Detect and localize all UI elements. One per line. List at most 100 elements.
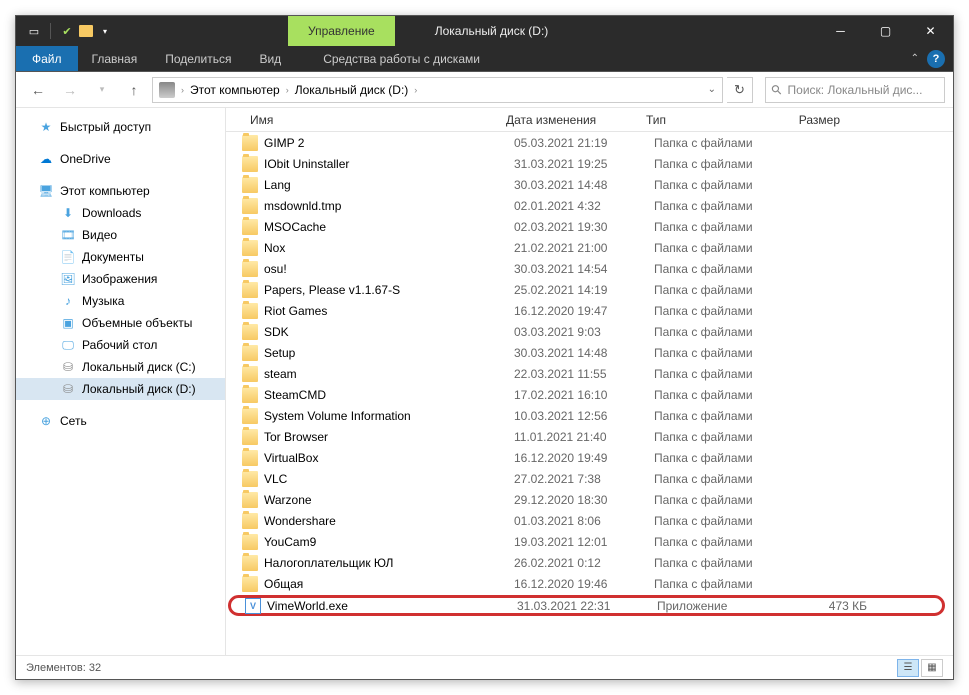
sidebar-item[interactable]: ⬇Downloads (16, 202, 225, 224)
sidebar-item[interactable]: ♪Музыка (16, 290, 225, 312)
file-name: System Volume Information (264, 409, 514, 423)
file-row[interactable]: steam22.03.2021 11:55Папка с файлами (226, 363, 953, 384)
chevron-right-icon[interactable]: › (181, 85, 184, 95)
details-view-button[interactable]: ☰ (897, 659, 919, 677)
recent-dropdown-icon[interactable]: ▾ (88, 76, 116, 104)
properties-icon[interactable]: ▭ (24, 21, 44, 41)
sidebar-item[interactable]: 🖵Рабочий стол (16, 334, 225, 356)
ribbon-tab-view[interactable]: Вид (245, 46, 295, 71)
file-type: Папка с файлами (654, 388, 784, 402)
file-row[interactable]: Lang30.03.2021 14:48Папка с файлами (226, 174, 953, 195)
sidebar-onedrive[interactable]: ☁ OneDrive (16, 148, 225, 170)
ribbon-tab-home[interactable]: Главная (78, 46, 152, 71)
file-date: 16.12.2020 19:49 (514, 451, 654, 465)
ribbon-tab-drive-tools[interactable]: Средства работы с дисками (309, 46, 494, 71)
file-name: VimeWorld.exe (267, 599, 517, 613)
sidebar-item-label: Видео (82, 228, 117, 242)
file-row[interactable]: Riot Games16.12.2020 19:47Папка с файлам… (226, 300, 953, 321)
qat-dropdown-icon[interactable]: ▾ (95, 21, 115, 41)
column-type[interactable]: Тип (638, 113, 768, 127)
thumbnails-view-button[interactable]: ▦ (921, 659, 943, 677)
file-date: 31.03.2021 22:31 (517, 599, 657, 613)
file-row[interactable]: Общая16.12.2020 19:46Папка с файлами (226, 573, 953, 594)
refresh-button[interactable]: ↻ (727, 77, 753, 103)
file-row[interactable]: Warzone29.12.2020 18:30Папка с файлами (226, 489, 953, 510)
close-button[interactable]: ✕ (908, 16, 953, 46)
column-size[interactable]: Размер (768, 113, 848, 127)
up-button[interactable]: ↑ (120, 76, 148, 104)
file-name: SDK (264, 325, 514, 339)
sidebar-quick-access[interactable]: ★ Быстрый доступ (16, 116, 225, 138)
file-row[interactable]: Nox21.02.2021 21:00Папка с файлами (226, 237, 953, 258)
folder-icon (242, 450, 258, 466)
sidebar-item[interactable]: ⛁Локальный диск (D:) (16, 378, 225, 400)
folder-icon[interactable] (79, 25, 93, 37)
sidebar-item[interactable]: 🖼Изображения (16, 268, 225, 290)
breadcrumb-this-pc[interactable]: Этот компьютер (190, 83, 280, 97)
breadcrumb-drive[interactable]: Локальный диск (D:) (295, 83, 409, 97)
exe-icon: V (245, 598, 261, 614)
sidebar-item[interactable]: 🎞Видео (16, 224, 225, 246)
file-row[interactable]: VirtualBox16.12.2020 19:49Папка с файлам… (226, 447, 953, 468)
ribbon-collapse-icon[interactable]: ⌃ (911, 53, 919, 64)
file-row[interactable]: Tor Browser11.01.2021 21:40Папка с файла… (226, 426, 953, 447)
file-date: 16.12.2020 19:46 (514, 577, 654, 591)
folder-icon (242, 534, 258, 550)
file-name: osu! (264, 262, 514, 276)
download-icon: ⬇ (60, 205, 76, 221)
address-dropdown-icon[interactable]: ⌄ (708, 84, 716, 95)
sidebar-item[interactable]: 📄Документы (16, 246, 225, 268)
window-controls: ─ ▢ ✕ (818, 16, 953, 46)
chevron-right-icon[interactable]: › (286, 85, 289, 95)
maximize-button[interactable]: ▢ (863, 16, 908, 46)
file-type: Папка с файлами (654, 178, 784, 192)
file-row[interactable]: Setup30.03.2021 14:48Папка с файлами (226, 342, 953, 363)
file-row[interactable]: MSOCache02.03.2021 19:30Папка с файлами (226, 216, 953, 237)
file-row[interactable]: GIMP 205.03.2021 21:19Папка с файлами (226, 132, 953, 153)
forward-button[interactable]: → (56, 76, 84, 104)
sidebar-item[interactable]: ▣Объемные объекты (16, 312, 225, 334)
file-row[interactable]: Wondershare01.03.2021 8:06Папка с файлам… (226, 510, 953, 531)
file-row[interactable]: VLC27.02.2021 7:38Папка с файлами (226, 468, 953, 489)
ribbon-tab-share[interactable]: Поделиться (151, 46, 245, 71)
check-icon[interactable]: ✔ (57, 21, 77, 41)
titlebar: ▭ ✔ ▾ Управление Локальный диск (D:) ─ ▢… (16, 16, 953, 46)
column-date[interactable]: Дата изменения (498, 113, 638, 127)
file-name: steam (264, 367, 514, 381)
help-button[interactable]: ? (927, 50, 945, 68)
file-type: Приложение (657, 599, 787, 613)
file-row[interactable]: System Volume Information10.03.2021 12:5… (226, 405, 953, 426)
ribbon-file-tab[interactable]: Файл (16, 46, 78, 71)
file-row[interactable]: V VimeWorld.exe31.03.2021 22:31Приложение… (228, 595, 945, 616)
file-row[interactable]: SteamCMD17.02.2021 16:10Папка с файлами (226, 384, 953, 405)
file-name: Setup (264, 346, 514, 360)
drive-icon (159, 82, 175, 98)
file-row[interactable]: osu!30.03.2021 14:54Папка с файлами (226, 258, 953, 279)
sidebar-this-pc[interactable]: 🖥 Этот компьютер (16, 180, 225, 202)
minimize-button[interactable]: ─ (818, 16, 863, 46)
file-row[interactable]: Налогоплательщик ЮЛ26.02.2021 0:12Папка … (226, 552, 953, 573)
address-bar[interactable]: › Этот компьютер › Локальный диск (D:) ›… (152, 77, 723, 103)
file-row[interactable]: msdownld.tmp02.01.2021 4:32Папка с файла… (226, 195, 953, 216)
file-row[interactable]: Papers, Please v1.1.67-S25.02.2021 14:19… (226, 279, 953, 300)
sidebar-item-label: Рабочий стол (82, 338, 157, 352)
file-type: Папка с файлами (654, 199, 784, 213)
sidebar-item-label: Изображения (82, 272, 157, 286)
chevron-right-icon[interactable]: › (414, 85, 417, 95)
file-date: 03.03.2021 9:03 (514, 325, 654, 339)
folder-icon (242, 198, 258, 214)
music-icon: ♪ (60, 293, 76, 309)
search-input[interactable]: ⚲ Поиск: Локальный дис... (765, 77, 945, 103)
main-area: ★ Быстрый доступ ☁ OneDrive 🖥 Этот компь… (16, 108, 953, 655)
disk-icon: ⛁ (60, 381, 76, 397)
folder-icon (242, 513, 258, 529)
back-button[interactable]: ← (24, 76, 52, 104)
file-row[interactable]: IObit Uninstaller31.03.2021 19:25Папка с… (226, 153, 953, 174)
column-name[interactable]: Имя (242, 113, 498, 127)
file-date: 10.03.2021 12:56 (514, 409, 654, 423)
file-row[interactable]: YouCam919.03.2021 12:01Папка с файлами (226, 531, 953, 552)
sidebar-network[interactable]: ⊕ Сеть (16, 410, 225, 432)
file-row[interactable]: SDK03.03.2021 9:03Папка с файлами (226, 321, 953, 342)
sidebar-item[interactable]: ⛁Локальный диск (C:) (16, 356, 225, 378)
content-area: Имя Дата изменения Тип Размер GIMP 205.0… (226, 108, 953, 655)
